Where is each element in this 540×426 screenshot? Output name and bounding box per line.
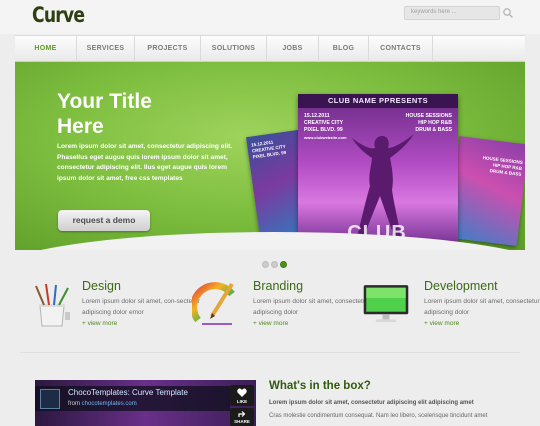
slider-dot-active[interactable] <box>280 261 287 268</box>
section-divider <box>20 352 520 353</box>
feature-text-design: Lorem ipsum dolor sit amet, con-sectetur… <box>82 298 200 316</box>
nav-item-solutions[interactable]: SOLUTIONS <box>201 36 267 62</box>
color-wheel-pencil-icon <box>192 282 235 325</box>
nav-item-services[interactable]: SERVICES <box>77 36 135 62</box>
view-more-link-development[interactable]: + view more <box>424 320 459 327</box>
box-body-text: Cras molestie condimentum consequat. Nam… <box>269 413 488 419</box>
feature-title-branding: Branding <box>253 279 304 293</box>
hero-title-line: Your Title <box>57 90 152 113</box>
search-input[interactable]: keywords here ... <box>404 6 500 20</box>
slider-dot[interactable] <box>262 261 269 268</box>
site-header: Curve keywords here ... <box>0 0 540 34</box>
hero-title-line: Here <box>57 115 104 138</box>
video-source: from chocotemplates.com <box>68 401 137 407</box>
video-from-label: from <box>68 401 80 407</box>
nav-item-blog[interactable]: BLOG <box>319 36 369 62</box>
feature-title-design: Design <box>82 279 121 293</box>
video-source-link[interactable]: chocotemplates.com <box>82 401 137 407</box>
flyer-date: 15.12.2011 <box>304 113 330 119</box>
flyer-image-right: HOUSE SESSIONS HIP HOP R&B DRUM & BASS <box>447 136 525 246</box>
slider-pagination <box>262 261 287 268</box>
view-more-label: view more <box>258 320 289 327</box>
hero-title: Your Title Here <box>57 89 207 139</box>
box-intro-text: Lorem ipsum dolor sit amet, consectetur … <box>269 400 474 406</box>
video-player[interactable]: ChocoTemplates: Curve Template from choc… <box>35 380 256 426</box>
heart-icon <box>237 388 247 397</box>
section-title-whats-in-box: What's in the box? <box>269 380 371 392</box>
view-more-label: view more <box>87 320 118 327</box>
nav-item-home[interactable]: HOME <box>15 36 77 62</box>
monitor-icon <box>363 285 409 322</box>
view-more-label: view more <box>429 320 460 327</box>
flyer-header: CLUB NAME PPRESENTS <box>298 94 458 108</box>
share-icon <box>238 411 246 417</box>
flyer-image-main: CLUB NAME PPRESENTS 15.12.2011 CREATIVE … <box>298 94 458 249</box>
main-nav: HOME SERVICES PROJECTS SOLUTIONS JOBS BL… <box>15 35 525 62</box>
hero-text: Lorem ipsum dolor sit amet, consectetur … <box>57 143 233 182</box>
video-title[interactable]: ChocoTemplates: Curve Template <box>68 388 188 397</box>
view-more-link-design[interactable]: + view more <box>82 320 117 327</box>
view-more-link-branding[interactable]: + view more <box>253 320 288 327</box>
like-label: LIKE <box>236 399 248 404</box>
feature-title-development: Development <box>424 279 498 293</box>
slider-dot[interactable] <box>271 261 278 268</box>
search-icon[interactable] <box>502 7 514 19</box>
nav-item-jobs[interactable]: JOBS <box>267 36 319 62</box>
nav-item-projects[interactable]: PROJECTS <box>135 36 201 62</box>
flyer-music-line: HOUSE SESSIONS <box>405 113 452 119</box>
hero-slider: Your Title Here Lorem ipsum dolor sit am… <box>15 62 525 250</box>
request-demo-button[interactable]: request a demo <box>58 210 150 231</box>
paint-brushes-icon <box>35 283 70 327</box>
site-logo[interactable]: Curve <box>32 3 85 27</box>
feature-text-branding: Lorem ipsum dolor sit amet, consectetur … <box>253 298 369 316</box>
share-button[interactable]: SHARE <box>230 408 254 426</box>
like-button[interactable]: LIKE <box>230 385 254 406</box>
nav-item-contacts[interactable]: CONTACTS <box>369 36 433 62</box>
share-label: SHARE <box>234 419 250 424</box>
channel-avatar[interactable] <box>40 389 60 409</box>
feature-text-development: Lorem ipsum dolor sit amet, consectetur … <box>424 298 540 316</box>
